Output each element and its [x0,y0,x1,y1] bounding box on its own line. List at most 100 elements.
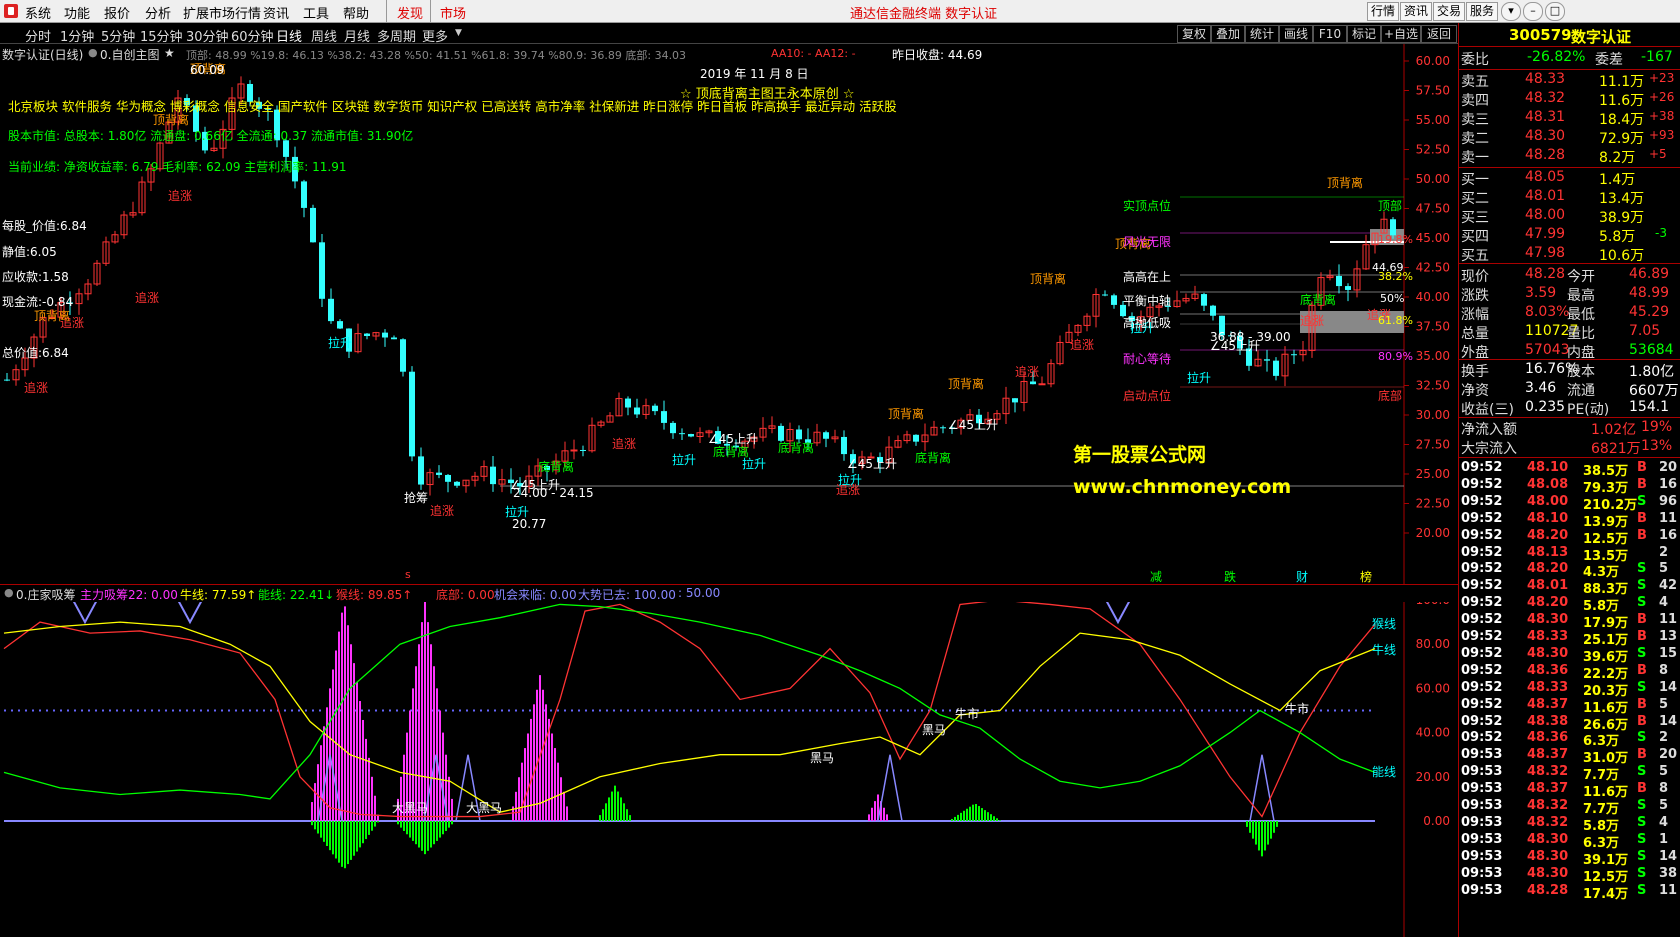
ind-label: 牛市 [955,706,979,721]
ind-y-tick: 80.00 [1416,637,1450,651]
stock-header: 300579 数字认证 [1459,23,1680,46]
tick-time: 09:52 [1461,544,1503,560]
btn-mark[interactable]: 标记 [1347,25,1381,43]
buy-level-row[interactable]: 买三 48.00 38.9万 [1459,207,1680,226]
period-tab[interactable]: 15分钟 [140,26,183,45]
tick-row: 09:52 48.20 5.8万 S 4 [1459,595,1680,614]
menu-discover[interactable]: 发现 [397,3,423,22]
stat2-value: 0.235 [1525,399,1566,415]
per-share-value: 每股_价值:6.84 [2,219,87,233]
candle-body [436,472,442,475]
tick-count: 14 [1659,679,1678,695]
level-50: 50% [1380,292,1405,305]
more-chevron-icon[interactable]: ▼ [455,28,462,38]
sell-price: 48.30 [1525,128,1566,144]
tick-count: 2 [1659,544,1669,560]
menu-market[interactable]: 市场 [440,3,466,22]
sell-level-row[interactable]: 卖五 48.33 11.1万 +23 [1459,71,1680,90]
buy-change: -3 [1655,226,1667,240]
buy-label: 买五 [1461,248,1489,264]
period-tab[interactable]: 5分钟 [101,26,135,45]
period-tab-active[interactable]: 日线 [276,26,302,45]
buy-level-row[interactable]: 买四 47.99 5.8万 -3 [1459,226,1680,245]
menu-extended-market[interactable]: 扩展市场行情 [183,3,261,22]
menu-help[interactable]: 帮助 [343,3,369,22]
chart-annotation: 拉升 [742,456,766,471]
period-tab[interactable]: 多周期 [377,26,416,45]
ind-label: 黑马 [810,751,834,765]
ind-energy: 能线: 22.41↓ [258,588,335,602]
kline-chart[interactable]: 60.00 57.50 55.00 52.50 50.00 47.50 45.00 42.50… [0,44,1458,584]
menu-system[interactable]: 系统 [25,3,51,22]
chart-annotation: 抢筹 [404,490,428,505]
btn-news[interactable]: 资讯 [1400,2,1432,21]
maximize-icon[interactable]: □ [1545,2,1565,21]
equity-info: 股本市值: 总股本: 1.80亿 流通盘: 0.66亿 全流通: 0.37 流通… [8,129,414,143]
candle-body [364,333,370,337]
chart-annotation: 底背离 [538,459,574,474]
stat-value: 53684 [1629,342,1674,358]
candle-body [1291,354,1297,356]
btn-draw[interactable]: 画线 [1279,25,1313,43]
period-tab[interactable]: 周线 [311,26,337,45]
tick-count: 15 [1659,645,1678,661]
btn-service[interactable]: 服务 [1466,2,1498,21]
period-tab-more[interactable]: 更多 [422,26,448,45]
tick-time: 09:52 [1461,595,1503,611]
formula-name[interactable]: 0.自创主图 [100,46,159,63]
btn-f10[interactable]: F10 [1313,25,1347,43]
menu-tools[interactable]: 工具 [303,3,329,22]
tick-side: B [1637,696,1647,712]
period-tab[interactable]: 60分钟 [231,26,274,45]
period-tab[interactable]: 1分钟 [60,26,94,45]
btn-quote[interactable]: 行情 [1367,2,1399,21]
sell-level-row[interactable]: 卖三 48.31 18.4万 +38 [1459,109,1680,128]
period-bar: 分时 1分钟 5分钟 15分钟 30分钟 60分钟 日线 周线 月线 多周期 更… [0,23,1458,45]
tick-side: S [1637,831,1647,847]
tick-price: 48.20 [1527,595,1569,611]
tick-side: B [1637,747,1647,763]
menu-analysis[interactable]: 分析 [145,3,171,22]
sell-level-row[interactable]: 卖一 48.28 8.2万 +5 [1459,147,1680,166]
formula-dropdown-icon[interactable]: ● [88,46,98,59]
candle-body [688,434,694,437]
candle-body [445,474,451,482]
buy-level-row[interactable]: 买五 47.98 10.6万 [1459,245,1680,264]
period-tab[interactable]: 分时 [25,26,51,45]
tick-row: 09:52 48.00 210.2万 S 96 [1459,494,1680,513]
minimize-icon[interactable]: – [1523,2,1543,21]
candle-body [841,436,847,455]
btn-back[interactable]: 返回 [1421,25,1457,43]
tick-price: 48.36 [1527,662,1569,678]
btn-overlay[interactable]: 叠加 [1211,25,1245,43]
indicator-chart[interactable]: 100.0 80.00 60.00 40.00 20.00 0.00 猴线牛线能线 牛市 牛市… [0,602,1458,937]
y-tick-label: 47.50 [1416,202,1450,216]
menu-quote[interactable]: 报价 [104,3,130,22]
buy-level-row[interactable]: 买二 48.01 13.4万 [1459,188,1680,207]
indicator-name[interactable]: 0.庄家吸筹 [16,586,75,603]
tick-side: S [1637,730,1647,746]
btn-stats[interactable]: 统计 [1245,25,1279,43]
sell-level-row[interactable]: 卖四 48.32 11.6万 +26 [1459,90,1680,109]
btn-add-watchlist[interactable]: +自选 [1381,25,1421,43]
menu-function[interactable]: 功能 [64,3,90,22]
btn-rights[interactable]: 复权 [1177,25,1211,43]
menu-dropdown-icon[interactable]: ▾ [1501,2,1521,21]
y-tick-label: 37.50 [1416,320,1450,334]
total-value: 总价值:6.84 [2,346,69,360]
stock-name: 数字认证 [1571,28,1632,46]
sell-level-row[interactable]: 卖二 48.30 72.9万 +93 [1459,128,1680,147]
menu-news[interactable]: 资讯 [263,3,289,22]
buy-level-row[interactable]: 买一 48.05 1.4万 [1459,169,1680,188]
period-tab[interactable]: 月线 [344,26,370,45]
candle-body [490,466,496,485]
tick-row: 09:52 48.37 11.6万 B 5 [1459,696,1680,716]
indicator-dropdown-icon[interactable]: ● [4,586,14,599]
tick-price: 48.32 [1527,798,1569,813]
btn-trade[interactable]: 交易 [1433,2,1465,21]
sell-price: 48.28 [1525,147,1566,163]
period-tab[interactable]: 30分钟 [186,26,229,45]
candle-body [1336,275,1342,287]
tick-price: 48.20 [1527,527,1569,543]
tick-volume: 17.4万 [1583,886,1629,902]
